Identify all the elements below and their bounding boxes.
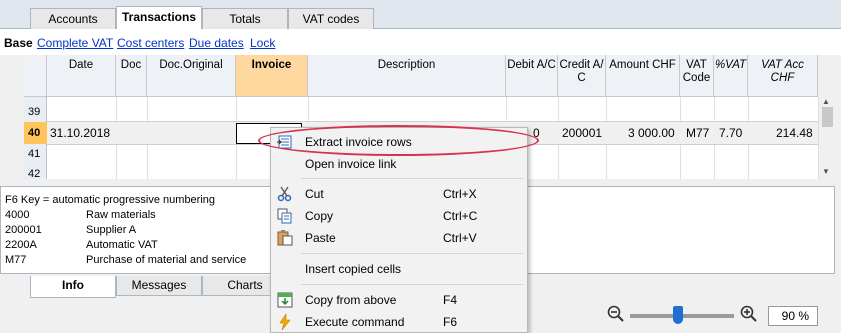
scroll-thumb[interactable] bbox=[822, 107, 833, 127]
col-header-vat-acc[interactable]: VAT Acc CHF bbox=[748, 55, 818, 97]
menu-item-open-invoice-link[interactable]: Open invoice link bbox=[271, 153, 527, 175]
tab-messages[interactable]: Messages bbox=[116, 276, 202, 296]
cell-vat-code[interactable]: M77 bbox=[686, 126, 709, 140]
menu-item-label: Copy bbox=[305, 209, 334, 223]
menu-item-shortcut: Ctrl+X bbox=[443, 187, 477, 201]
col-header-corner bbox=[24, 55, 47, 97]
row-number-41[interactable]: 41 bbox=[24, 148, 47, 164]
menu-item-label: Paste bbox=[305, 231, 336, 245]
col-header-doc[interactable]: Doc bbox=[116, 55, 147, 97]
col-header-doc-original[interactable]: Doc.Original bbox=[147, 55, 236, 97]
scroll-up-icon[interactable]: ▲ bbox=[822, 97, 830, 106]
view-bar: Base Complete VAT Cost centers Due dates… bbox=[0, 29, 841, 55]
menu-item-execute-command[interactable]: Execute command F6 bbox=[271, 311, 527, 333]
col-header-description[interactable]: Description bbox=[308, 55, 506, 97]
menu-item-label: Execute command bbox=[305, 315, 405, 329]
top-tab-strip: Accounts Transactions Totals VAT codes bbox=[0, 0, 841, 30]
paste-icon bbox=[277, 230, 293, 246]
info-code: 200001 bbox=[5, 224, 42, 236]
col-header-credit[interactable]: Credit A/ C bbox=[558, 55, 606, 97]
info-code: 2200A bbox=[5, 239, 37, 251]
copy-from-above-icon bbox=[277, 292, 293, 308]
lightning-icon bbox=[279, 314, 291, 330]
menu-item-label: Cut bbox=[305, 187, 324, 201]
menu-item-copy-from-above[interactable]: Copy from above F4 bbox=[271, 289, 527, 311]
row-number-42[interactable]: 42 bbox=[24, 169, 47, 179]
highlight-ellipse bbox=[258, 125, 539, 156]
view-complete-vat[interactable]: Complete VAT bbox=[37, 36, 113, 50]
cell-credit[interactable]: 200001 bbox=[562, 126, 602, 140]
menu-item-copy[interactable]: Copy Ctrl+C bbox=[271, 205, 527, 227]
col-header-amount[interactable]: Amount CHF bbox=[606, 55, 680, 97]
row-number-40[interactable]: 40 bbox=[24, 122, 47, 144]
col-header-invoice[interactable]: Invoice bbox=[236, 55, 308, 97]
view-lock[interactable]: Lock bbox=[250, 36, 275, 50]
copy-icon bbox=[277, 208, 292, 224]
col-header-vat-code[interactable]: VAT Code bbox=[680, 55, 714, 97]
cell-pct-vat[interactable]: 7.70 bbox=[719, 126, 742, 140]
tab-accounts[interactable]: Accounts bbox=[30, 8, 116, 29]
col-header-vat-code-line2: Code bbox=[682, 72, 711, 84]
zoom-out-icon[interactable] bbox=[607, 305, 625, 323]
scroll-down-icon[interactable]: ▼ bbox=[822, 167, 830, 176]
view-due-dates[interactable]: Due dates bbox=[189, 36, 244, 50]
zoom-value-field[interactable]: 90 % bbox=[768, 306, 818, 326]
menu-item-label: Copy from above bbox=[305, 293, 397, 307]
tab-info[interactable]: Info bbox=[30, 276, 116, 298]
menu-item-shortcut: Ctrl+V bbox=[443, 231, 477, 245]
vertical-scrollbar[interactable]: ▲ ▼ bbox=[818, 97, 835, 179]
tab-vat-codes[interactable]: VAT codes bbox=[288, 8, 374, 29]
cell-amount[interactable]: 3 000.00 bbox=[628, 126, 675, 140]
info-code: M77 bbox=[5, 254, 27, 266]
col-header-pct-vat[interactable]: %VAT bbox=[714, 55, 748, 97]
menu-item-shortcut: F6 bbox=[443, 315, 458, 329]
view-base[interactable]: Base bbox=[4, 36, 33, 50]
menu-item-shortcut: F4 bbox=[443, 293, 458, 307]
col-header-credit-line1: Credit A/ bbox=[559, 59, 604, 71]
col-header-debit[interactable]: Debit A/C bbox=[506, 55, 558, 97]
menu-item-label: Insert copied cells bbox=[305, 262, 402, 276]
col-header-vat-code-line1: VAT bbox=[686, 59, 707, 71]
info-text: Raw materials bbox=[86, 209, 156, 221]
menu-item-cut[interactable]: Cut Ctrl+X bbox=[271, 183, 527, 205]
scissors-icon bbox=[277, 186, 292, 202]
context-menu: Extract invoice rows Open invoice link C… bbox=[270, 127, 528, 333]
menu-item-label: Open invoice link bbox=[305, 157, 397, 171]
info-header: F6 Key = automatic progressive numbering bbox=[5, 194, 216, 206]
menu-item-paste[interactable]: Paste Ctrl+V bbox=[271, 227, 527, 249]
zoom-in-icon[interactable] bbox=[740, 305, 758, 323]
view-cost-centers[interactable]: Cost centers bbox=[117, 36, 184, 50]
menu-item-shortcut: Ctrl+C bbox=[443, 209, 478, 223]
cell-date[interactable]: 31.10.2018 bbox=[50, 126, 110, 140]
tab-totals[interactable]: Totals bbox=[202, 8, 288, 29]
info-text: Supplier A bbox=[86, 224, 137, 236]
info-text: Automatic VAT bbox=[86, 239, 158, 251]
cell-vat-acc[interactable]: 214.48 bbox=[776, 126, 813, 140]
row-number-39[interactable]: 39 bbox=[24, 106, 47, 122]
tab-transactions[interactable]: Transactions bbox=[116, 6, 202, 30]
menu-item-insert-copied-cells[interactable]: Insert copied cells bbox=[271, 258, 527, 280]
info-text: Purchase of material and service bbox=[86, 254, 247, 266]
col-header-date[interactable]: Date bbox=[47, 55, 116, 97]
zoom-slider-thumb[interactable] bbox=[673, 306, 683, 324]
info-code: 4000 bbox=[5, 209, 30, 221]
col-header-credit-line2: C bbox=[577, 72, 586, 84]
